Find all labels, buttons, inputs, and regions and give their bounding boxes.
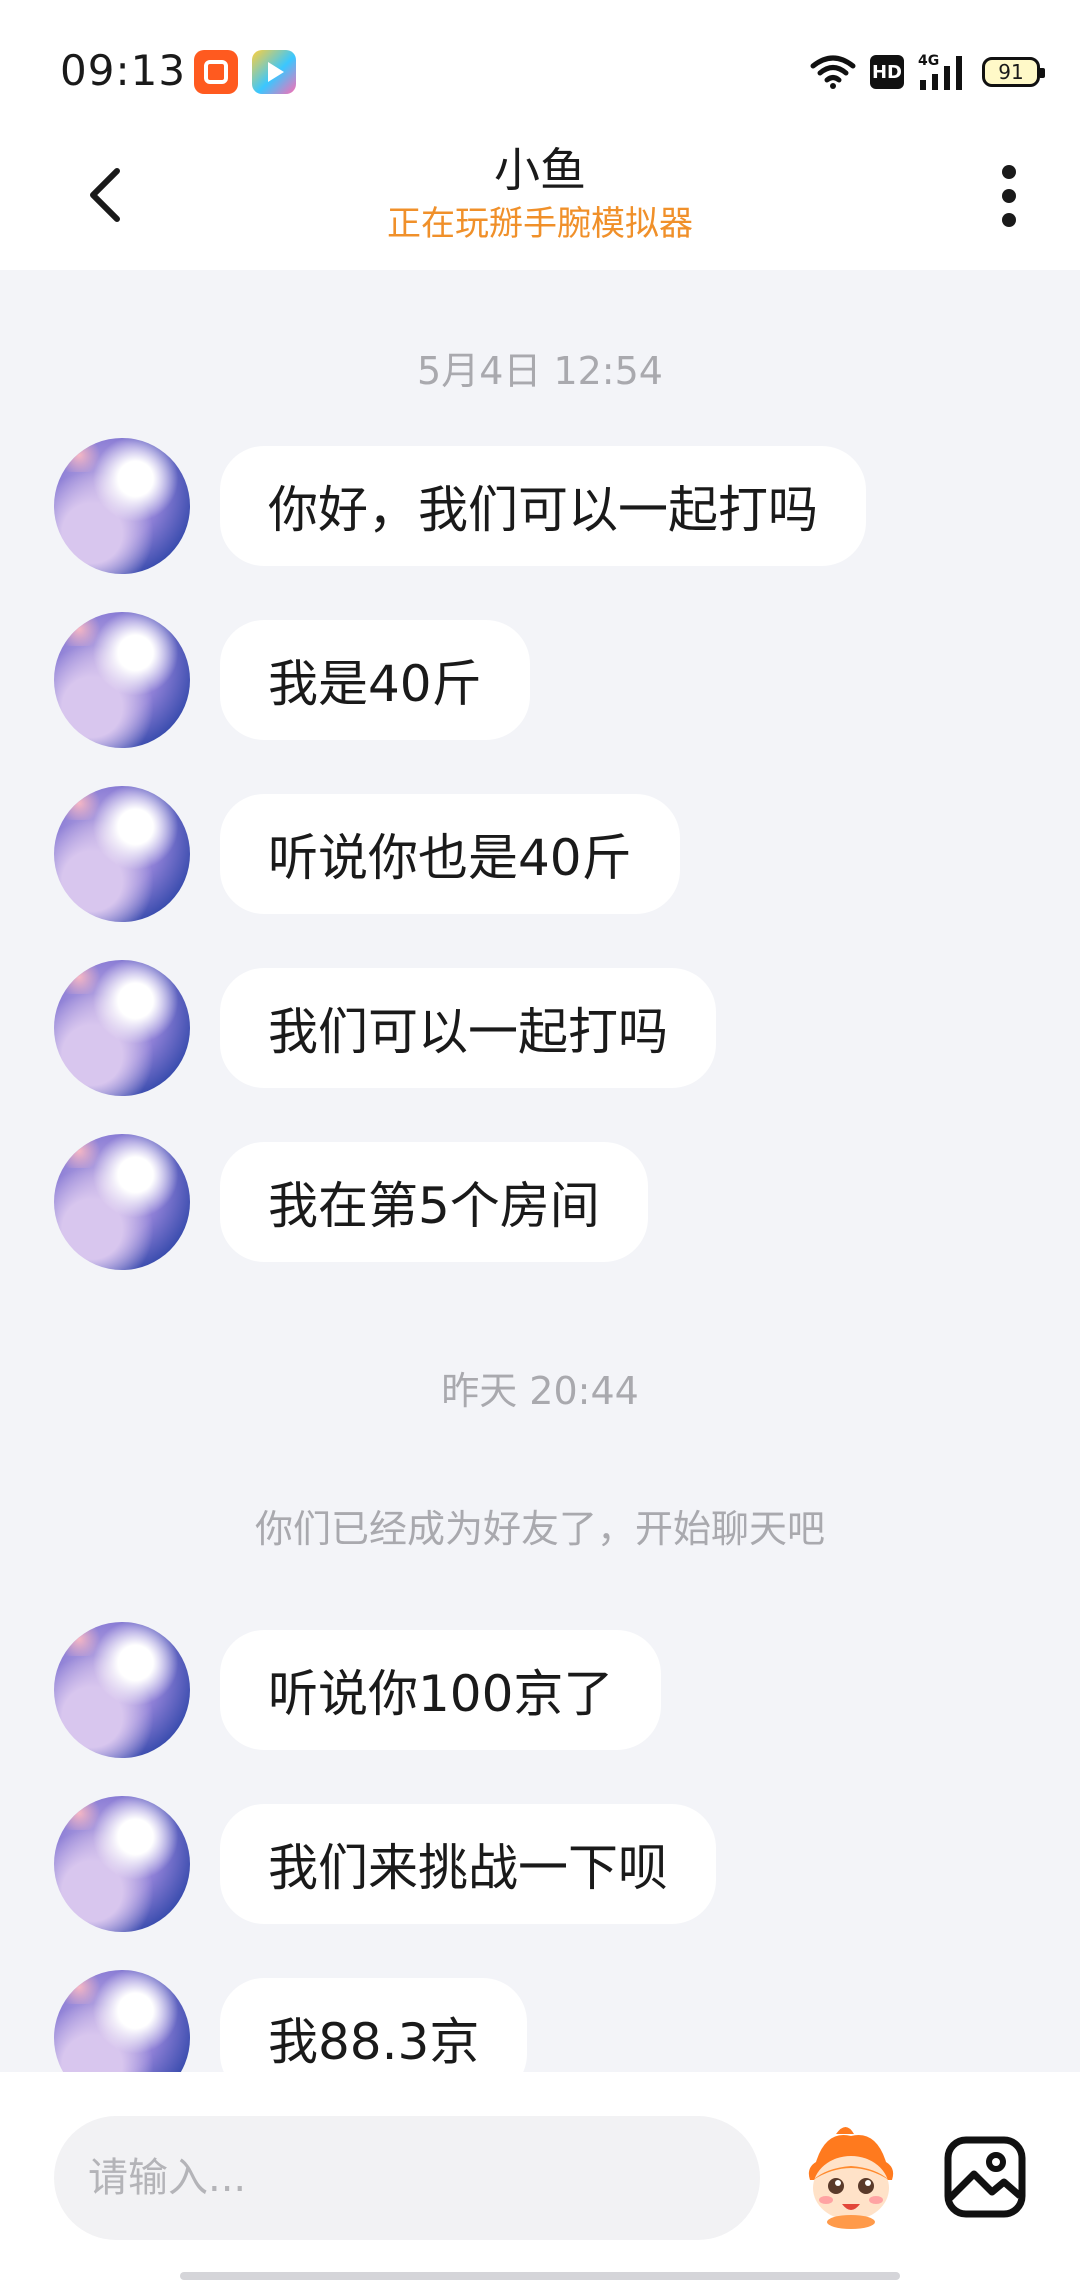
message-row: 听说你100京了 <box>54 1622 662 1758</box>
avatar[interactable] <box>54 438 190 574</box>
status-time: 09:13 <box>60 46 187 95</box>
avatar[interactable] <box>54 1134 190 1270</box>
avatar[interactable] <box>54 612 190 748</box>
status-bar: 09:13 HD 4G 91 <box>0 0 1080 130</box>
message-bubble[interactable]: 你好，我们可以一起打吗 <box>220 446 866 566</box>
message-bubble[interactable]: 我在第5个房间 <box>220 1142 648 1262</box>
signal-icon: 4G <box>918 53 962 90</box>
input-bar <box>0 2072 1080 2280</box>
message-timestamp: 5月4日 12:54 <box>417 349 663 393</box>
message-row: 我是40斤 <box>54 612 530 748</box>
hd-icon: HD <box>870 55 904 89</box>
chat-header: 小鱼 正在玩掰手腕模拟器 <box>0 130 1080 270</box>
image-picker-button[interactable] <box>940 2132 1030 2222</box>
avatar[interactable] <box>54 960 190 1096</box>
system-message: 你们已经成为好友了，开始聊天吧 <box>254 1507 825 1551</box>
avatar[interactable] <box>54 1622 190 1758</box>
message-row: 我在第5个房间 <box>54 1134 648 1270</box>
more-options-button[interactable] <box>974 156 1044 236</box>
mascot-sticker-icon <box>808 2127 894 2229</box>
more-vertical-icon <box>1002 165 1016 227</box>
avatar[interactable] <box>54 786 190 922</box>
notification-app-icon <box>194 50 238 94</box>
contact-name: 小鱼 <box>494 143 586 197</box>
battery-icon: 91 <box>982 57 1045 87</box>
message-row: 我们来挑战一下呗 <box>54 1796 716 1932</box>
message-timestamp: 昨天 20:44 <box>441 1369 639 1413</box>
message-bubble[interactable]: 我们来挑战一下呗 <box>220 1804 716 1924</box>
notification-video-icon <box>252 50 296 94</box>
message-row: 你好，我们可以一起打吗 <box>54 438 866 574</box>
message-row: 听说你也是40斤 <box>54 786 680 922</box>
chat-messages[interactable]: 5月4日 12:54 你好，我们可以一起打吗 我是40斤 听说你也是40斤 我们… <box>0 270 1080 2072</box>
home-indicator <box>180 2272 900 2280</box>
message-bubble[interactable]: 听说你100京了 <box>220 1630 662 1750</box>
status-icons: HD 4G 91 <box>810 50 1045 94</box>
avatar[interactable] <box>54 1796 190 1932</box>
sticker-button[interactable] <box>796 2122 906 2232</box>
message-input[interactable] <box>54 2116 760 2240</box>
message-bubble[interactable]: 我们可以一起打吗 <box>220 968 716 1088</box>
svg-text:4G: 4G <box>918 53 939 69</box>
message-bubble[interactable]: 我是40斤 <box>220 620 530 740</box>
message-row: 我们可以一起打吗 <box>54 960 716 1096</box>
wifi-icon <box>810 55 856 89</box>
message-bubble[interactable]: 我88.3京 <box>220 1978 528 2072</box>
image-icon <box>944 2136 1026 2218</box>
message-bubble[interactable]: 听说你也是40斤 <box>220 794 680 914</box>
message-row: 我88.3京 <box>54 1970 528 2072</box>
avatar[interactable] <box>54 1970 190 2072</box>
contact-status: 正在玩掰手腕模拟器 <box>387 204 693 244</box>
